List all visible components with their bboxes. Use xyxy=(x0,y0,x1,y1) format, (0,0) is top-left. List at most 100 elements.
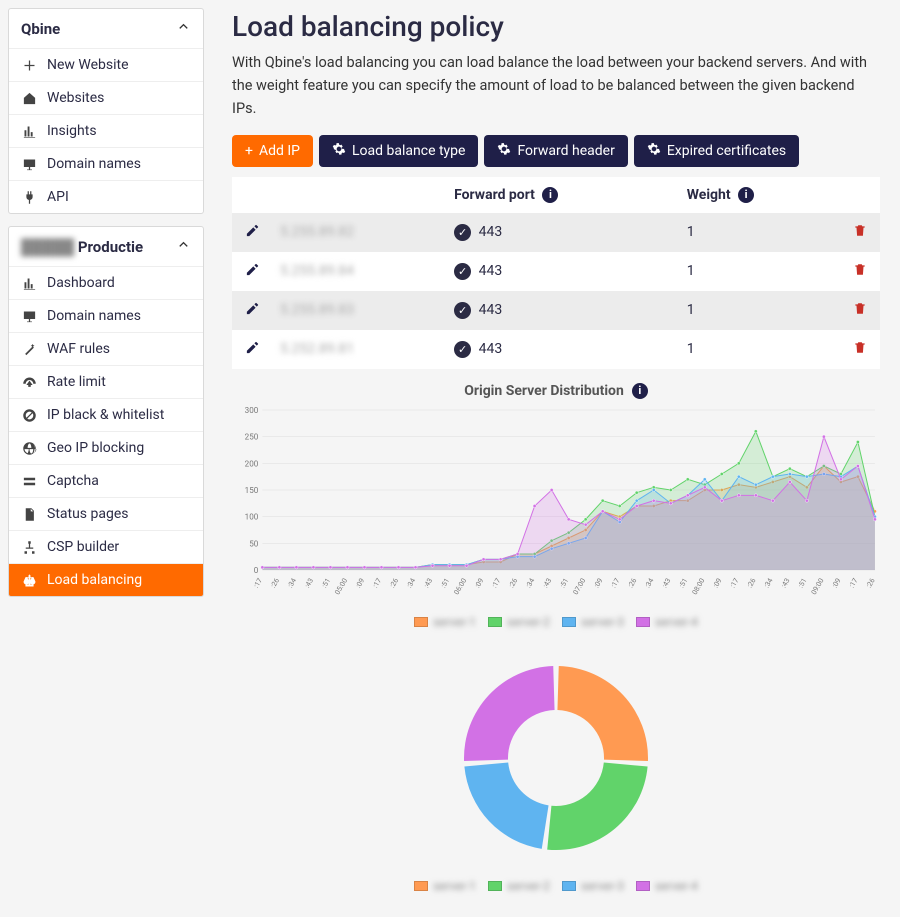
sidebar-item-waf-rules[interactable]: WAF rules xyxy=(9,332,203,365)
plug-icon xyxy=(21,189,37,205)
donut-chart-legend: server-1 server-2 server-3 server-4 xyxy=(232,879,880,893)
edit-icon[interactable] xyxy=(245,265,260,281)
gear-icon xyxy=(647,142,661,160)
sidebar-item-label: CSP builder xyxy=(47,539,119,555)
svg-text::17: :17 xyxy=(490,576,503,589)
trash-icon[interactable] xyxy=(853,226,867,242)
add-ip-button[interactable]: + Add IP xyxy=(232,135,313,167)
sidebar-item-label: IP black & whitelist xyxy=(47,407,164,423)
sidebar-group-title: Productie xyxy=(78,238,143,256)
legend-label: server-1 xyxy=(433,879,476,893)
chevron-up-icon xyxy=(176,237,191,256)
sidebar-group-header[interactable]: Qbine xyxy=(9,9,203,48)
weight-value: 1 xyxy=(679,213,840,252)
legend-item[interactable]: server-3 xyxy=(562,879,624,893)
sidebar-item-status-pages[interactable]: Status pages xyxy=(9,497,203,530)
svg-text::43: :43 xyxy=(779,576,792,589)
trash-icon[interactable] xyxy=(853,304,867,320)
sidebar-item-insights[interactable]: Insights xyxy=(9,114,203,147)
plus-icon xyxy=(21,57,37,73)
svg-text::26: :26 xyxy=(268,576,281,589)
edit-icon[interactable] xyxy=(245,343,260,359)
check-icon: ✓ xyxy=(454,263,471,280)
svg-text:05:00: 05:00 xyxy=(333,576,350,596)
forward-header-button[interactable]: Forward header xyxy=(484,135,627,167)
sidebar-item-label: WAF rules xyxy=(47,341,110,357)
svg-text:200: 200 xyxy=(245,459,259,468)
info-icon[interactable]: i xyxy=(542,187,558,203)
forward-port: ✓ 443 xyxy=(446,291,679,330)
weight-value: 1 xyxy=(679,291,840,330)
legend-item[interactable]: server-1 xyxy=(414,879,476,893)
svg-text::17: :17 xyxy=(847,576,860,589)
sidebar-item-domain-names[interactable]: Domain names xyxy=(9,147,203,180)
sidebar-item-captcha[interactable]: Captcha xyxy=(9,464,203,497)
svg-text:150: 150 xyxy=(245,486,259,495)
trash-icon[interactable] xyxy=(853,265,867,281)
svg-text:09:00: 09:00 xyxy=(809,576,826,596)
expired-certificates-button[interactable]: Expired certificates xyxy=(634,135,799,167)
captcha-icon xyxy=(21,473,37,489)
gauge-icon xyxy=(21,374,37,390)
legend-item[interactable]: server-4 xyxy=(636,615,698,629)
check-icon: ✓ xyxy=(454,341,471,358)
svg-text::09: :09 xyxy=(473,576,486,589)
sidebar-item-label: Dashboard xyxy=(47,275,115,291)
svg-text::51: :51 xyxy=(439,576,452,589)
svg-text::43: :43 xyxy=(541,576,554,589)
ip-address: 5.252.89.81 xyxy=(280,341,354,357)
sidebar-item-load-balancing[interactable]: Load balancing xyxy=(9,563,203,596)
sidebar-item-label: Load balancing xyxy=(47,572,142,588)
gear-icon xyxy=(497,142,511,160)
sidebar-item-ip-black-whitelist[interactable]: IP black & whitelist xyxy=(9,398,203,431)
legend-item[interactable]: server-2 xyxy=(488,615,550,629)
table-header-forward-port: Forward port i xyxy=(446,177,679,213)
svg-text::43: :43 xyxy=(302,576,315,589)
load-balance-type-button[interactable]: Load balance type xyxy=(319,135,478,167)
sidebar-item-domain-names[interactable]: Domain names xyxy=(9,299,203,332)
table-row: 5.252.89.81✓ 4431 xyxy=(232,330,880,369)
sidebar-group-header[interactable]: █████ Productie xyxy=(9,227,203,266)
add-ip-label: Add IP xyxy=(259,143,300,159)
info-icon[interactable]: i xyxy=(738,187,754,203)
legend-item[interactable]: server-3 xyxy=(562,615,624,629)
home-icon xyxy=(21,90,37,106)
forward-port: ✓ 443 xyxy=(446,213,679,252)
sidebar-item-geo-ip-blocking[interactable]: Geo IP blocking xyxy=(9,431,203,464)
ip-address: 5.255.89.84 xyxy=(280,263,354,279)
sidebar-item-new-website[interactable]: New Website xyxy=(9,48,203,81)
svg-text::34: :34 xyxy=(524,576,537,589)
sidebar-item-label: Captcha xyxy=(47,473,99,489)
page-description: With Qbine's load balancing you can load… xyxy=(232,51,880,121)
sidebar-item-rate-limit[interactable]: Rate limit xyxy=(9,365,203,398)
table-head: Forward port i Weight i xyxy=(232,177,880,213)
sidebar-item-websites[interactable]: Websites xyxy=(9,81,203,114)
legend-label: server-2 xyxy=(507,879,550,893)
load-balance-type-label: Load balance type xyxy=(352,143,465,159)
svg-text::17: :17 xyxy=(609,576,622,589)
sidebar-item-csp-builder[interactable]: CSP builder xyxy=(9,530,203,563)
chevron-up-icon xyxy=(176,19,191,38)
distribution-chart-title: Origin Server Distribution i xyxy=(232,383,880,399)
info-icon[interactable]: i xyxy=(632,383,648,399)
legend-item[interactable]: server-1 xyxy=(414,615,476,629)
svg-text:250: 250 xyxy=(245,433,259,442)
donut-chart xyxy=(441,643,671,873)
sidebar-item-label: Websites xyxy=(47,90,104,106)
distribution-chart-legend: server-1 server-2 server-3 server-4 xyxy=(232,615,880,629)
legend-item[interactable]: server-4 xyxy=(636,879,698,893)
table-header-weight: Weight i xyxy=(679,177,840,213)
trash-icon[interactable] xyxy=(853,343,867,359)
sidebar-item-dashboard[interactable]: Dashboard xyxy=(9,266,203,299)
edit-icon[interactable] xyxy=(245,226,260,242)
table-header-ip xyxy=(272,177,446,213)
ip-address: 5.255.89.83 xyxy=(280,302,354,318)
legend-label: server-4 xyxy=(655,615,698,629)
sidebar-group-qbine: Qbine New Website Websites InsightsDomain … xyxy=(8,8,204,214)
legend-item[interactable]: server-2 xyxy=(488,879,550,893)
monitor-icon xyxy=(21,308,37,324)
sitemap-icon xyxy=(21,539,37,555)
edit-icon[interactable] xyxy=(245,304,260,320)
sidebar-item-api[interactable]: API xyxy=(9,180,203,213)
svg-text:0: 0 xyxy=(254,566,259,575)
